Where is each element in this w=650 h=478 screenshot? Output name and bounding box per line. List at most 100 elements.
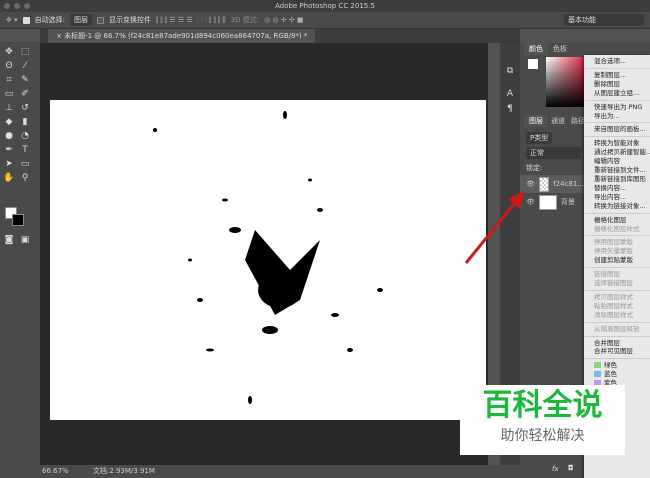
menu-item: 停用图层蒙版: [594, 238, 633, 247]
eraser-icon[interactable]: ◆: [2, 116, 16, 128]
history-brush-icon[interactable]: ↺: [18, 102, 32, 114]
background-color[interactable]: [12, 214, 24, 226]
menu-item-label: 蓝色: [604, 370, 617, 379]
minimize-window-button[interactable]: [14, 3, 20, 9]
menu-separator: [584, 267, 650, 269]
menu-item-label: 绿色: [604, 361, 617, 370]
menu-item[interactable]: 从图层建立组...: [584, 89, 650, 98]
layer-thumbnail: [538, 194, 557, 210]
document-tab-label: 未标题-1 @ 66.7% (f24c81e87ade901d894c060ea…: [64, 32, 308, 40]
fx-button[interactable]: fx: [552, 465, 559, 473]
layer-name: 背景: [560, 198, 575, 206]
layer-filter-dropdown[interactable]: P类型: [526, 132, 553, 144]
clone-stamp-icon[interactable]: ⊥: [2, 102, 16, 114]
document-canvas[interactable]: [50, 100, 486, 420]
menu-item[interactable]: 创建剪贴蒙版: [584, 256, 650, 265]
lasso-tool-icon[interactable]: ʘ: [2, 60, 16, 72]
move-tool-icon[interactable]: ✥ ▾: [6, 16, 18, 24]
tab-color[interactable]: 颜色: [524, 43, 548, 55]
menu-item[interactable]: 重新链接到文件...: [584, 166, 650, 175]
menu-item[interactable]: 快速导出为 PNG: [584, 103, 650, 112]
zoom-tool-icon[interactable]: ⚲: [18, 172, 32, 184]
watermark-subtitle: 助你轻松解决: [500, 428, 585, 444]
menu-separator: [584, 99, 650, 101]
color-picker-field[interactable]: [546, 57, 586, 107]
menu-item[interactable]: 通过拷贝新建智能...: [584, 148, 650, 157]
menu-separator: [584, 289, 650, 291]
character-panel-icon[interactable]: A: [503, 88, 517, 100]
menu-item[interactable]: 栅格化图层: [584, 216, 650, 225]
history-panel-icon[interactable]: ⧉: [503, 65, 517, 77]
menu-item[interactable]: 重新链接到库图形: [584, 175, 650, 184]
watermark-title: 百科全说: [482, 388, 603, 423]
menu-separator: [584, 335, 650, 337]
layer-name: f24c81...: [553, 180, 584, 188]
menu-item: 链接图层: [594, 270, 620, 279]
auto-select-dropdown[interactable]: 图层: [69, 14, 92, 26]
close-window-button[interactable]: [4, 3, 10, 9]
menu-item[interactable]: 转换为链接对象...: [584, 202, 650, 211]
menu-separator: [584, 136, 650, 138]
title-bar: Adobe Photoshop CC 2015.5: [0, 0, 650, 12]
workspace-dropdown[interactable]: 基本功能: [564, 14, 644, 26]
pen-tool-icon[interactable]: ✒: [2, 144, 16, 156]
lock-label: 锁定:: [526, 164, 543, 172]
menu-item[interactable]: 混合选项...: [584, 57, 650, 66]
zoom-window-button[interactable]: [24, 3, 30, 9]
magic-wand-icon[interactable]: ⁄: [18, 60, 32, 72]
screen-mode-icon[interactable]: ▣: [18, 234, 32, 246]
dodge-tool-icon[interactable]: ◔: [18, 130, 32, 142]
add-mask-icon[interactable]: ◘: [568, 464, 574, 472]
path-selection-icon[interactable]: ➤: [2, 158, 16, 170]
menu-item: 停用矢量蒙版: [594, 247, 633, 256]
menu-item[interactable]: 合并图层: [584, 339, 650, 348]
red-arrow-annotation: [464, 191, 524, 264]
menu-item[interactable]: 来自图层的画板...: [584, 125, 650, 134]
healing-brush-icon[interactable]: ▭: [2, 88, 16, 100]
crop-tool-icon[interactable]: ⌗: [2, 74, 16, 86]
options-bar: ✥ ▾ 自动选择: 图层 显示变换控件 ⫿ ⫿ ⫿ ☰ ☰ ☰ ⫶ ⫶ ⫶ ⫿ …: [0, 12, 650, 29]
type-tool-icon[interactable]: T: [18, 144, 32, 156]
menu-item-color[interactable]: 绿色: [584, 361, 650, 370]
zoom-level[interactable]: 66.67%: [42, 467, 69, 475]
menu-item[interactable]: 删除图层: [584, 80, 650, 89]
eyedropper-icon[interactable]: ✎: [18, 74, 32, 86]
paragraph-panel-icon[interactable]: ¶: [503, 103, 517, 115]
gradient-icon[interactable]: ▮: [18, 116, 32, 128]
menu-item-color[interactable]: 蓝色: [584, 370, 650, 379]
show-transform-checkbox[interactable]: [96, 16, 104, 24]
blend-mode-dropdown[interactable]: 正常: [526, 147, 581, 159]
auto-select-checkbox[interactable]: [22, 16, 30, 24]
fg-swatch[interactable]: [528, 59, 538, 69]
menu-separator: [584, 67, 650, 69]
align-icons[interactable]: ⫿ ⫿ ⫿ ☰ ☰ ☰ ⫶ ⫶ ⫶ ⫿ ⫿ ⫿ ⫼: [156, 16, 226, 25]
brush-tool-icon[interactable]: ✐: [18, 88, 32, 100]
blur-tool-icon[interactable]: ●: [2, 130, 16, 142]
menu-item: 拷贝图层样式: [594, 292, 633, 301]
shape-tool-icon[interactable]: ▭: [18, 158, 32, 170]
menu-separator: [584, 122, 650, 124]
menu-item[interactable]: 合并可见图层: [584, 347, 650, 356]
menu-item[interactable]: 复制图层...: [584, 71, 650, 80]
menu-item[interactable]: 转换为智能对象: [584, 139, 650, 148]
menu-item[interactable]: 替换内容...: [584, 184, 650, 193]
menu-item[interactable]: 导出为...: [584, 112, 650, 121]
quick-mask-icon[interactable]: ◙: [2, 234, 16, 246]
tab-swatches[interactable]: 色板: [548, 43, 572, 55]
color-swatch-icon: [594, 371, 601, 378]
menu-item: 从隔离图层释放: [594, 324, 640, 333]
auto-select-label: 自动选择:: [34, 16, 65, 24]
3d-tools-icons[interactable]: ◎ ◎ ✛ ✣ ■: [264, 16, 303, 24]
menu-separator: [584, 321, 650, 323]
menu-item[interactable]: 导出内容...: [584, 193, 650, 202]
document-tab[interactable]: × 未标题-1 @ 66.7% (f24c81e87ade901d894c060…: [48, 29, 316, 43]
menu-item: 清除图层样式: [594, 310, 633, 319]
menu-separator: [584, 235, 650, 237]
marquee-tool-icon[interactable]: ⬚: [18, 46, 32, 58]
hand-tool-icon[interactable]: ✋: [2, 172, 16, 184]
tab-layers[interactable]: 图层: [524, 115, 548, 127]
menu-item[interactable]: 编辑内容: [584, 157, 650, 166]
move-tool-icon[interactable]: ✥: [2, 46, 16, 58]
color-swatch-icon: [594, 362, 601, 369]
document-size: 文档:2.93M/3.91M: [92, 467, 155, 475]
